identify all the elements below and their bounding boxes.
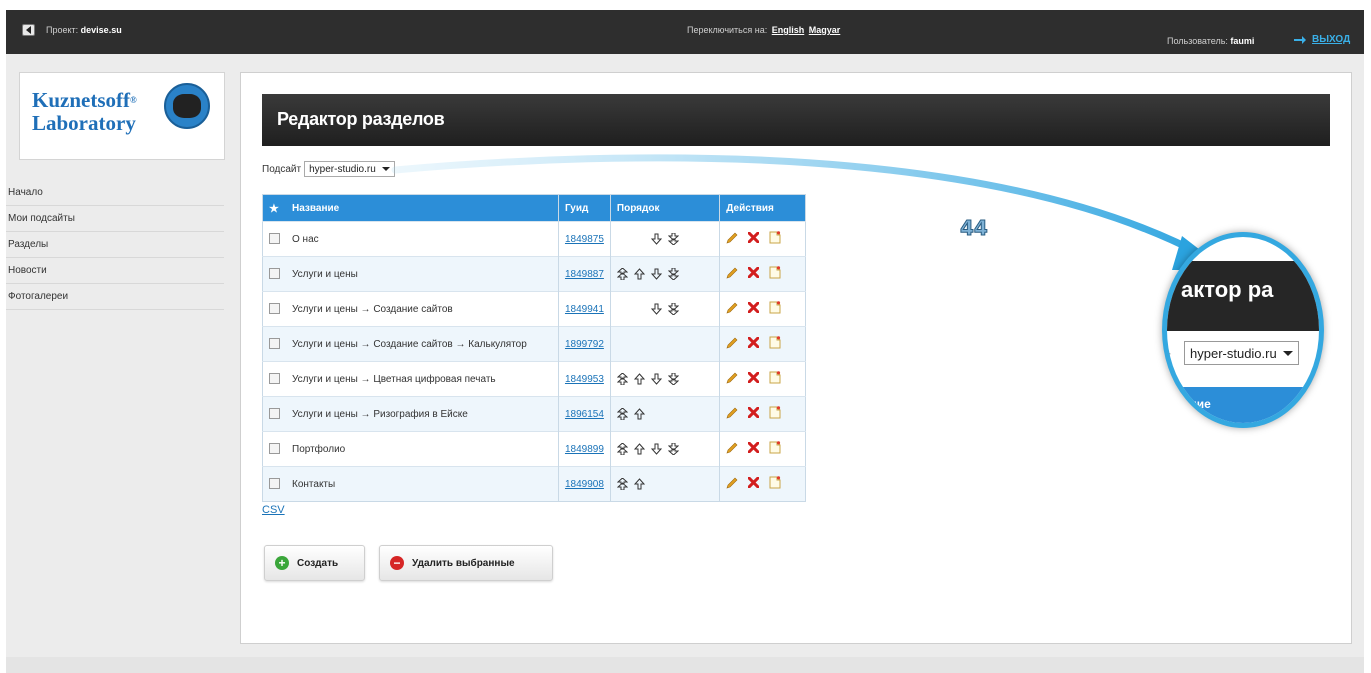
chevron-down-icon <box>1282 350 1293 356</box>
step-number: 44 <box>960 216 989 241</box>
zoom-subsite-select: hyper-studio.ru <box>1184 341 1299 365</box>
zoom-callout: актор ра т hyper-studio.ru зание <box>1162 232 1324 428</box>
zoom-column-name: зание <box>1177 397 1211 411</box>
footer-bar <box>6 657 1364 673</box>
zoom-subsite-value: hyper-studio.ru <box>1190 345 1277 361</box>
zoom-title: актор ра <box>1181 277 1274 302</box>
zoom-subsite-label: т <box>1165 349 1171 363</box>
